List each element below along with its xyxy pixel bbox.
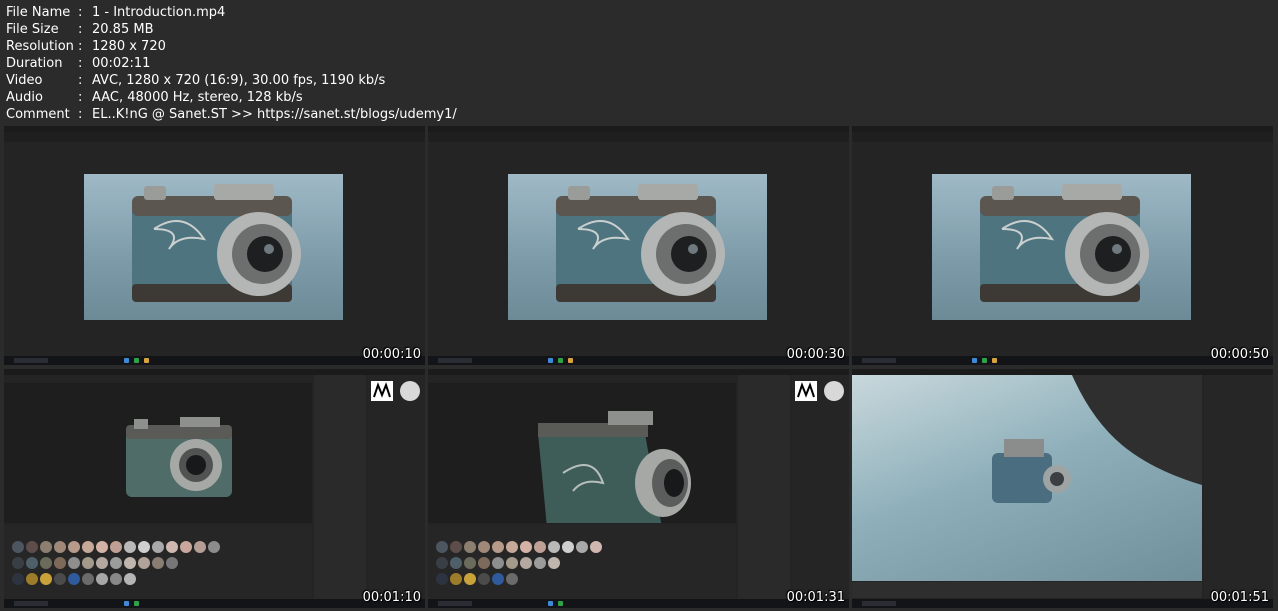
file-info-key: File Size [6, 22, 59, 37]
thumbnail-5: 00:01:31 [428, 369, 849, 608]
camera-model [538, 411, 691, 538]
file-info-separator: : [78, 39, 83, 54]
app-icon[interactable] [124, 358, 129, 363]
taskbar-search[interactable] [438, 358, 472, 363]
file-info-value: 00:02:11 [92, 56, 151, 71]
properties-panel[interactable] [792, 375, 849, 599]
properties-panel[interactable] [368, 375, 425, 599]
app-toolbar [4, 132, 425, 142]
app-icon[interactable] [972, 358, 977, 363]
file-info-separator: : [78, 22, 83, 37]
material-shelf [4, 525, 312, 599]
file-info-key: Audio [6, 90, 43, 105]
app-icon[interactable] [134, 358, 139, 363]
app-icon[interactable] [144, 358, 149, 363]
file-info-row: Comment: EL..K!nG @ Sanet.ST >> https://s… [6, 106, 457, 123]
render-preview [508, 174, 767, 320]
logo-and-sphere [371, 381, 420, 401]
layer-stack-panel[interactable] [314, 375, 366, 599]
file-info-row: Resolution:1280 x 720 [6, 38, 457, 55]
taskbar-search[interactable] [862, 358, 896, 363]
file-info-key: Duration [6, 56, 63, 71]
thumbnail-4: 00:01:10 [4, 369, 425, 608]
camera-image [132, 184, 301, 302]
timeline[interactable] [852, 582, 1202, 598]
file-info-value: AVC, 1280 x 720 (16:9), 30.00 fps, 1190 … [92, 73, 386, 88]
app-icon[interactable] [568, 358, 573, 363]
thumbnail-2: 00:00:30 [428, 126, 849, 365]
app-toolbar [852, 132, 1273, 142]
app-icon[interactable] [982, 358, 987, 363]
app-icon[interactable] [134, 601, 139, 606]
material-spheres [12, 541, 220, 585]
render-preview [84, 174, 343, 320]
app-icon[interactable] [558, 601, 563, 606]
file-info-value: 1 - Introduction.mp4 [92, 5, 226, 20]
file-info-value: EL..K!nG @ Sanet.ST >> https://sanet.st/… [92, 107, 457, 122]
file-info-separator: : [78, 5, 83, 20]
3d-viewport[interactable] [428, 383, 736, 538]
timestamp: 00:00:30 [786, 347, 845, 362]
file-info-row: Audio: AAC, 48000 Hz, stereo, 128 kb/s [6, 89, 457, 106]
render-preview [932, 174, 1191, 320]
app-icon[interactable] [548, 601, 553, 606]
3d-viewport[interactable] [852, 375, 1202, 581]
camera-model [126, 417, 232, 497]
file-info-separator: : [78, 73, 83, 88]
material-shelf [428, 525, 736, 599]
outliner-panel[interactable] [1204, 375, 1273, 599]
3d-viewport[interactable] [4, 383, 312, 523]
file-info-key: Resolution [6, 39, 74, 54]
thumbnail-grid: 00:00:10 00:00:30 00:00:50 00:01:10 00:0… [4, 126, 1274, 608]
file-info-row: File Size:20.85 MB [6, 21, 457, 38]
file-info-separator: : [78, 90, 83, 105]
taskbar-search[interactable] [438, 601, 472, 606]
file-info-row: Duration:00:02:11 [6, 55, 457, 72]
file-info-key: Video [6, 73, 43, 88]
app-icon[interactable] [124, 601, 129, 606]
timestamp: 00:00:50 [1210, 347, 1269, 362]
file-info-row: File Name:1 - Introduction.mp4 [6, 4, 457, 21]
file-info-value: 1280 x 720 [92, 39, 166, 54]
thumbnail-3: 00:00:50 [852, 126, 1273, 365]
file-info-key: Comment [6, 107, 70, 122]
thumbnail-6: 00:01:51 [852, 369, 1273, 608]
app-toolbar [428, 132, 849, 142]
timestamp: 00:01:51 [1210, 590, 1269, 605]
timestamp: 00:01:10 [362, 590, 421, 605]
taskbar-search[interactable] [14, 601, 48, 606]
file-info-row: Video: AVC, 1280 x 720 (16:9), 30.00 fps,… [6, 72, 457, 89]
taskbar-search[interactable] [14, 358, 48, 363]
camera-image [556, 184, 725, 302]
thumbnail-1: 00:00:10 [4, 126, 425, 365]
file-info-key: File Name [6, 5, 71, 20]
file-info-value: AAC, 48000 Hz, stereo, 128 kb/s [92, 90, 303, 105]
file-info-separator: : [78, 107, 83, 122]
file-info: File Name:1 - Introduction.mp4 File Size:… [6, 4, 457, 123]
timestamp: 00:00:10 [362, 347, 421, 362]
app-icon[interactable] [548, 358, 553, 363]
app-icon[interactable] [558, 358, 563, 363]
logo-and-sphere [795, 381, 844, 401]
viewport-scene [992, 375, 1202, 503]
timestamp: 00:01:31 [786, 590, 845, 605]
layer-stack-panel[interactable] [738, 375, 790, 599]
material-spheres [436, 541, 602, 585]
file-info-separator: : [78, 56, 83, 71]
taskbar-search[interactable] [862, 601, 896, 606]
camera-image [980, 184, 1149, 302]
app-icon[interactable] [992, 358, 997, 363]
file-info-value: 20.85 MB [92, 22, 154, 37]
